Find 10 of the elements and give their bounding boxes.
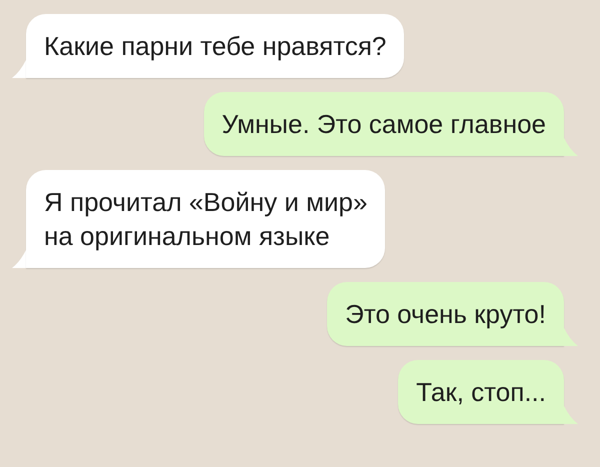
bubble-tail [564, 138, 578, 156]
bubble-tail [12, 60, 26, 78]
message-bubble: Какие парни тебе нравятся? [26, 14, 404, 78]
message-bubble: Я прочитал «Войну и мир» на оригинальном языке [26, 170, 386, 268]
message-bubble: Умные. Это самое главное [204, 92, 564, 156]
bubble-tail [564, 406, 578, 424]
message-bubble: Это очень круто! [327, 282, 564, 346]
bubble-tail [564, 328, 578, 346]
message-bubble: Так, стоп... [398, 360, 564, 424]
bubble-tail [12, 250, 26, 268]
